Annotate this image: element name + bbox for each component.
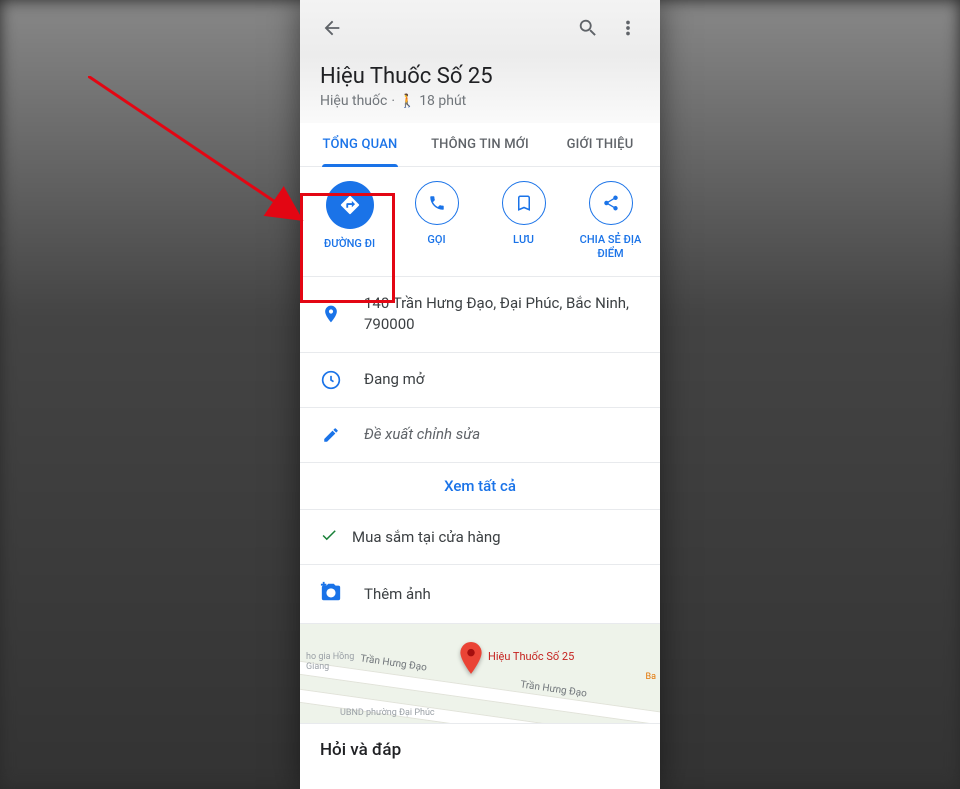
- place-category: Hiệu thuốc: [320, 93, 387, 109]
- app-bar: [300, 0, 660, 56]
- pencil-icon: [320, 426, 342, 444]
- address-row[interactable]: 140 Trần Hưng Đạo, Đại Phúc, Bắc Ninh, 7…: [300, 277, 660, 354]
- search-icon: [577, 17, 599, 39]
- walk-icon: 🚶: [399, 94, 415, 109]
- directions-icon: [339, 194, 361, 216]
- save-button[interactable]: LƯU: [480, 181, 567, 262]
- suggest-edit-text: Đề xuất chỉnh sửa: [364, 424, 480, 446]
- in-store-text: Mua sắm tại cửa hàng: [352, 528, 501, 546]
- map-poi: Ba: [645, 672, 656, 682]
- check-icon: [320, 526, 338, 548]
- location-icon: [320, 304, 342, 324]
- map-thumbnail[interactable]: Trần Hưng Đạo Trần Hưng Đạo ho gia Hồng …: [300, 623, 660, 723]
- qa-section-title: Hỏi và đáp: [300, 723, 660, 780]
- place-title: Hiệu Thuốc Số 25: [320, 64, 640, 89]
- hours-row[interactable]: Đang mở: [300, 353, 660, 408]
- in-store-row: Mua sắm tại cửa hàng: [300, 510, 660, 565]
- phone-icon: [428, 194, 446, 212]
- add-photo-icon: [320, 581, 342, 607]
- place-sheet: Hiệu Thuốc Số 25 Hiệu thuốc · 🚶 18 phút …: [300, 0, 660, 789]
- call-button[interactable]: GỌI: [393, 181, 480, 262]
- hours-text: Đang mở: [364, 369, 424, 391]
- tab-updates[interactable]: THÔNG TIN MỚI: [420, 123, 540, 166]
- share-label: CHIA SẺ ĐỊA ĐIỂM: [571, 233, 651, 262]
- arrow-back-icon: [321, 17, 343, 39]
- add-photo-text: Thêm ảnh: [364, 585, 431, 603]
- clock-icon: [320, 370, 342, 390]
- map-poi: UBND phường Đại Phúc: [340, 708, 435, 718]
- call-label: GỌI: [427, 233, 445, 247]
- suggest-edit-row[interactable]: Đề xuất chỉnh sửa: [300, 408, 660, 463]
- back-button[interactable]: [312, 8, 352, 48]
- bookmark-icon: [515, 194, 533, 212]
- save-label: LƯU: [513, 233, 534, 247]
- tab-overview[interactable]: TỔNG QUAN: [300, 123, 420, 166]
- see-all-button[interactable]: Xem tất cả: [300, 463, 660, 510]
- share-button[interactable]: CHIA SẺ ĐỊA ĐIỂM: [567, 181, 654, 262]
- search-button[interactable]: [568, 8, 608, 48]
- directions-button[interactable]: ĐƯỜNG ĐI: [306, 181, 393, 262]
- place-subtitle: Hiệu thuốc · 🚶 18 phút: [320, 93, 640, 109]
- details-section: 140 Trần Hưng Đạo, Đại Phúc, Bắc Ninh, 7…: [300, 277, 660, 623]
- more-vert-icon: [617, 17, 639, 39]
- share-icon: [602, 194, 620, 212]
- tab-bar: TỔNG QUAN THÔNG TIN MỚI GIỚI THIỆU: [300, 123, 660, 167]
- map-pin-label: Hiệu Thuốc Số 25: [488, 650, 574, 663]
- address-text: 140 Trần Hưng Đạo, Đại Phúc, Bắc Ninh, 7…: [364, 293, 640, 337]
- overflow-button[interactable]: [608, 8, 648, 48]
- tab-about[interactable]: GIỚI THIỆU: [540, 123, 660, 166]
- directions-label: ĐƯỜNG ĐI: [324, 237, 375, 251]
- walk-time: 18 phút: [419, 93, 466, 109]
- map-pin-icon: [458, 642, 484, 668]
- add-photo-row[interactable]: Thêm ảnh: [300, 565, 660, 623]
- action-row: ĐƯỜNG ĐI GỌI LƯU CHIA SẺ ĐỊA ĐIỂM: [300, 167, 660, 277]
- place-header: Hiệu Thuốc Số 25 Hiệu thuốc · 🚶 18 phút: [300, 56, 660, 123]
- map-poi: ho gia Hồng Giang: [306, 652, 366, 672]
